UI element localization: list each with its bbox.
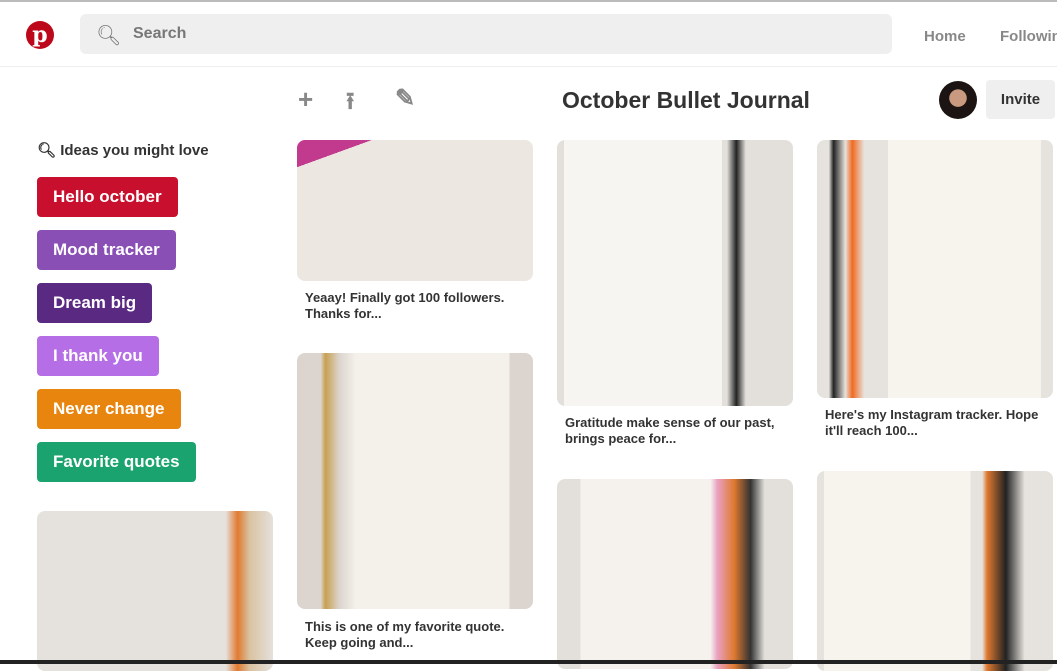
search-input[interactable]: 🔍︎ Search	[80, 14, 892, 54]
pin-caption[interactable]: Yeaay! Finally got 100 followers. Thanks…	[305, 290, 535, 322]
header: p 🔍︎ Search Home Following	[0, 2, 1057, 67]
pin-image[interactable]	[557, 479, 793, 669]
search-placeholder: Search	[133, 25, 187, 42]
tag-favorite-quotes[interactable]: Favorite quotes	[37, 442, 196, 482]
nav-following[interactable]: Following	[1000, 28, 1057, 45]
invite-button[interactable]: Invite	[986, 80, 1055, 119]
nav-home[interactable]: Home	[924, 28, 966, 45]
plus-icon[interactable]: +	[298, 84, 313, 115]
pin-image[interactable]	[297, 353, 533, 609]
pin-caption[interactable]: Gratitude make sense of our past, brings…	[565, 415, 795, 447]
pin-image[interactable]	[297, 140, 533, 281]
taskbar-edge	[0, 660, 1057, 664]
edit-icon[interactable]: ✎	[395, 84, 415, 113]
tag-dream-big[interactable]: Dream big	[37, 283, 153, 323]
pin-image[interactable]	[37, 511, 273, 671]
tag-mood-tracker[interactable]: Mood tracker	[37, 230, 176, 270]
pin-image[interactable]	[817, 140, 1053, 398]
pin-caption[interactable]: This is one of my favorite quote. Keep g…	[305, 619, 535, 651]
share-icon[interactable]: ⭱	[346, 84, 354, 125]
tag-hello-october[interactable]: Hello october	[37, 177, 178, 217]
board-title: October Bullet Journal	[562, 87, 810, 113]
ideas-label: Ideas you might love	[60, 142, 209, 159]
search-icon: 🔍︎	[96, 25, 122, 47]
pin-image[interactable]	[557, 140, 793, 406]
pin-caption[interactable]: Here's my Instagram tracker. Hope it'll …	[825, 407, 1055, 439]
pinterest-logo[interactable]: p	[26, 21, 54, 49]
tag-never-change[interactable]: Never change	[37, 389, 181, 429]
pin-image[interactable]	[817, 471, 1053, 671]
tag-i-thank-you[interactable]: I thank you	[37, 336, 159, 376]
avatar[interactable]	[939, 81, 977, 119]
search-icon: 🔍︎	[37, 142, 57, 159]
ideas-heading: 🔍︎ Ideas you might love	[37, 141, 209, 159]
